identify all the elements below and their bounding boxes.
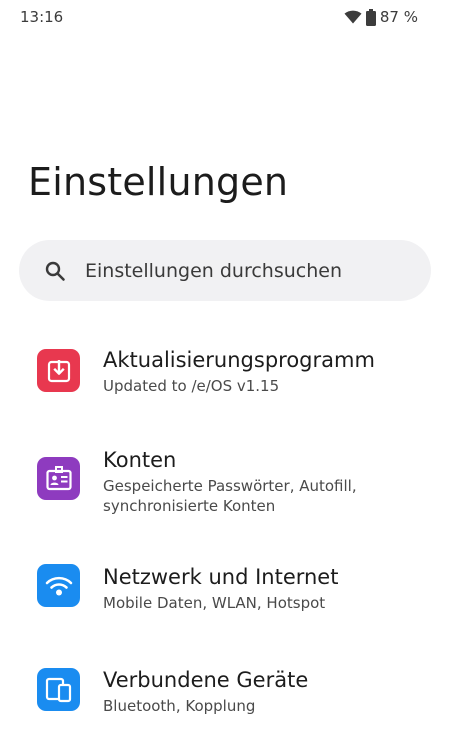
- item-subtitle: Gespeicherte Passwörter, Autofill, synch…: [103, 477, 357, 515]
- settings-item-connected-devices[interactable]: Verbundene Geräte Bluetooth, Kopplung: [0, 660, 450, 730]
- item-subtitle: Mobile Daten, WLAN, Hotspot: [103, 594, 326, 612]
- item-title: Netzwerk und Internet: [103, 565, 339, 589]
- account-card-icon: [37, 457, 80, 500]
- settings-screen: 13:16 87 % Einstellungen Einstellungen d…: [0, 0, 450, 750]
- search-placeholder[interactable]: Einstellungen durchsuchen: [85, 260, 342, 282]
- item-title: Konten: [103, 448, 177, 472]
- wifi-icon: [344, 10, 362, 24]
- item-subtitle: Bluetooth, Kopplung: [103, 697, 256, 715]
- search-icon: [43, 259, 67, 283]
- status-time: 13:16: [20, 8, 64, 26]
- search-bar[interactable]: Einstellungen durchsuchen: [19, 240, 431, 301]
- battery-icon: [365, 8, 376, 26]
- connected-devices-icon: [37, 668, 80, 711]
- item-title: Verbundene Geräte: [103, 668, 309, 692]
- battery-percent: 87 %: [379, 8, 418, 26]
- status-bar: 13:16 87 %: [0, 0, 450, 34]
- page-title: Einstellungen: [28, 160, 289, 204]
- item-title: Aktualisierungsprogramm: [103, 348, 375, 372]
- status-indicators: 87 %: [344, 8, 418, 26]
- settings-item-network-internet[interactable]: Netzwerk und Internet Mobile Daten, WLAN…: [0, 557, 450, 627]
- wifi-icon: [37, 564, 80, 607]
- settings-item-accounts[interactable]: Konten Gespeicherte Passwörter, Autofill…: [0, 440, 450, 520]
- settings-item-system-update[interactable]: Aktualisierungsprogramm Updated to /e/OS…: [0, 340, 450, 410]
- system-update-icon: [37, 349, 80, 392]
- item-subtitle: Updated to /e/OS v1.15: [103, 377, 280, 395]
